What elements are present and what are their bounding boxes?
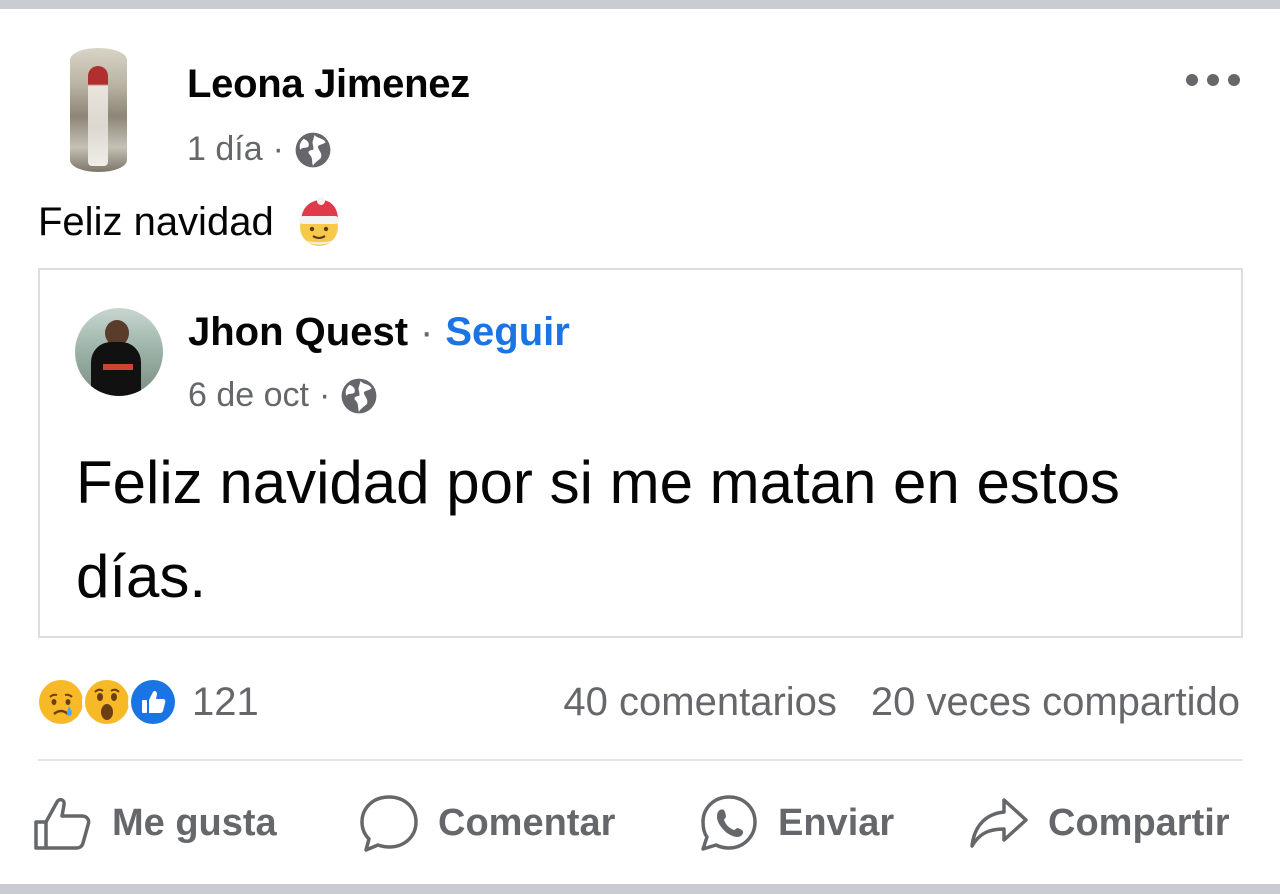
comment-button[interactable]: Comentar xyxy=(358,788,615,858)
follow-button[interactable]: Seguir xyxy=(445,310,569,355)
action-divider xyxy=(38,759,1243,761)
author-name[interactable]: Leona Jimenez xyxy=(187,62,470,107)
action-bar: Me gusta Comentar Enviar Compartir xyxy=(32,788,1248,858)
shared-header: Jhon Quest · Seguir xyxy=(188,310,570,355)
comments-count[interactable]: 40 comentarios xyxy=(563,680,836,725)
shared-time[interactable]: 6 de oct xyxy=(188,376,309,415)
globe-icon xyxy=(341,378,377,413)
share-arrow-icon xyxy=(970,798,1028,848)
shares-count[interactable]: 20 veces compartido xyxy=(871,680,1240,725)
like-icon xyxy=(128,677,178,727)
shared-author-name[interactable]: Jhon Quest xyxy=(188,310,408,355)
reactions-summary[interactable]: 121 xyxy=(36,676,259,728)
top-separator xyxy=(0,0,1280,9)
post-meta: 1 día · xyxy=(187,130,332,169)
share-button[interactable]: Compartir xyxy=(968,788,1230,858)
comment-label: Comentar xyxy=(438,801,616,844)
shared-author-avatar[interactable] xyxy=(75,308,163,396)
like-label: Me gusta xyxy=(112,801,277,844)
thumbs-up-icon xyxy=(34,797,91,850)
shared-meta-separator: · xyxy=(318,376,331,414)
author-avatar[interactable] xyxy=(70,48,127,172)
wow-icon xyxy=(82,677,132,727)
globe-icon xyxy=(295,132,331,167)
shared-post-text: Feliz navidad por si me matan en estos d… xyxy=(76,449,1120,610)
post-content: Feliz navidad xyxy=(38,196,344,248)
reaction-count[interactable]: 121 xyxy=(192,680,259,725)
sad-icon xyxy=(36,677,86,727)
shared-meta: 6 de oct · xyxy=(188,376,378,415)
whatsapp-icon xyxy=(701,795,757,851)
post-stats: 40 comentarios 20 veces compartido xyxy=(563,680,1240,725)
share-label: Compartir xyxy=(1048,801,1230,844)
like-button[interactable]: Me gusta xyxy=(32,788,277,858)
santa-face-emoji xyxy=(298,197,339,246)
meta-separator: · xyxy=(272,130,284,168)
post-time[interactable]: 1 día xyxy=(187,130,263,169)
bottom-separator xyxy=(0,884,1280,894)
more-options-icon[interactable] xyxy=(1186,64,1240,96)
comment-icon xyxy=(360,795,418,852)
shared-separator: · xyxy=(420,310,434,354)
send-button[interactable]: Enviar xyxy=(698,788,894,858)
send-label: Enviar xyxy=(778,801,895,844)
post-text: Feliz navidad xyxy=(38,199,274,244)
shared-post-card[interactable]: Jhon Quest · Seguir 6 de oct · Feliz nav… xyxy=(38,268,1243,638)
